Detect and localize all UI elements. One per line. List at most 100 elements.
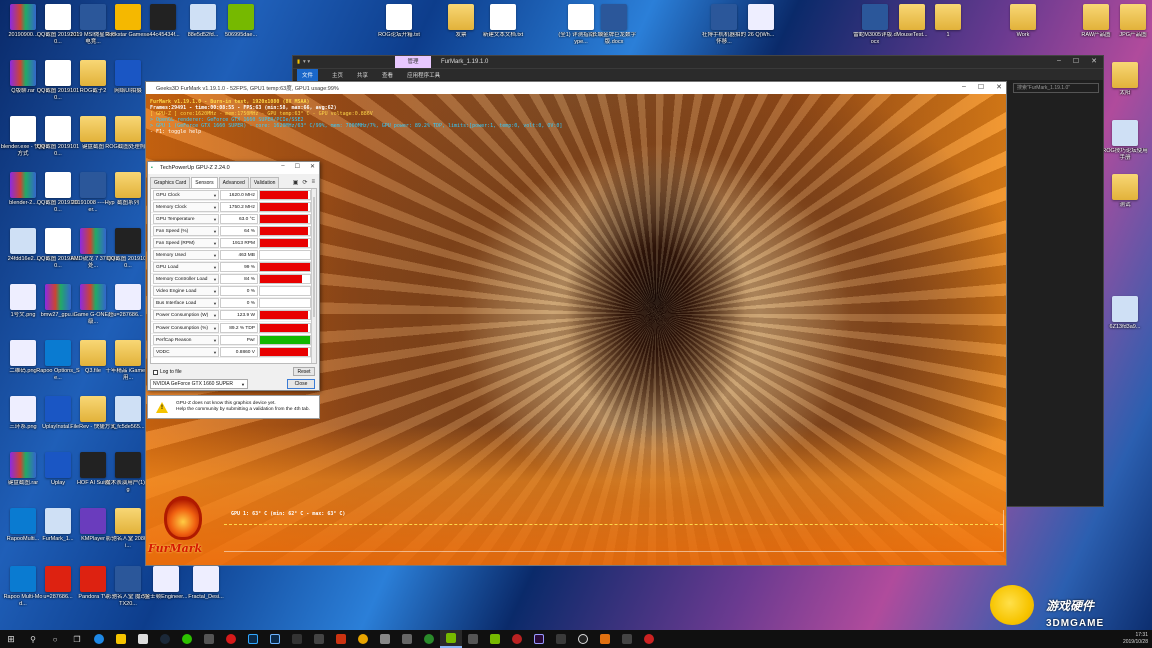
maximize-icon[interactable]: ☐ [295,163,300,170]
desktop-icon[interactable]: 影驰名人堂 2080Ti... [106,508,150,564]
sensor-name-dropdown[interactable]: GPU Temperature ▼ [153,213,219,224]
desktop-icon[interactable]: ROG技巧论坛使用手册 [1102,120,1148,176]
taskbar-app-4[interactable] [352,630,374,648]
taskbar-app-6[interactable] [396,630,418,648]
taskbar-nvidia[interactable] [484,630,506,648]
taskbar-app-9[interactable] [506,630,528,648]
taskbar-premiere[interactable] [528,630,550,648]
taskbar-photoshop[interactable] [242,630,264,648]
tab-validation[interactable]: Validation [249,177,280,188]
system-clock[interactable]: 17:31 2019/10/28 [1123,632,1148,646]
taskbar-edge[interactable] [88,630,110,648]
desktop-icon[interactable]: 6Z13fd3a9... [1104,296,1146,352]
desktop-icon[interactable]: 1 [927,4,969,60]
desktop-icon[interactable]: Fractal_Desi... [185,566,227,622]
taskbar-app-3[interactable] [308,630,330,648]
taskbar-app-11[interactable] [572,630,594,648]
desktop-icon[interactable]: JPG产品图 [1112,4,1152,60]
desktop-icon[interactable]: s_fc5de565... [107,396,149,452]
taskbar-furmark[interactable] [440,630,462,648]
taskbar-steam[interactable] [154,630,176,648]
taskbar-lightroom[interactable] [264,630,286,648]
gpu-select[interactable]: NVIDIA GeForce GTX 1660 SUPER ▼ [150,379,248,389]
furmark-window-controls[interactable]: – ☐ ✕ [962,83,1002,91]
desktop-icon[interactable]: 截图系列 [107,172,149,228]
log-to-file-checkbox[interactable]: Log to file [153,369,182,375]
desktop-icon[interactable]: ROG论坛开箱.txt [378,4,420,60]
desktop-icon[interactable]: QQ截图 20191010... [107,228,149,284]
taskbar-app-7[interactable] [418,630,440,648]
scrollbar-thumb[interactable] [313,197,315,317]
taskbar-store[interactable] [132,630,154,648]
sensor-name-dropdown[interactable]: Power Consumption (%) ▼ [153,322,219,333]
gpuz-window[interactable]: ▪ TechPowerUp GPU-Z 2.24.0 – ☐ ✕ Graphic… [147,161,320,391]
desktop-icon[interactable]: e44c45434f... [142,4,184,60]
taskbar-app-14[interactable] [638,630,660,648]
minimize-icon[interactable]: – [281,163,284,170]
maximize-icon[interactable]: ☐ [978,83,984,91]
minimize-icon[interactable]: – [962,83,966,91]
tab-graphics-card[interactable]: Graphics Card [150,177,191,188]
taskbar-app-8[interactable] [462,630,484,648]
desktop-icon[interactable]: 网络UI拍摄 [107,60,149,116]
sensor-name-dropdown[interactable]: Fan Speed (RPM) ▼ [153,237,219,248]
close-icon[interactable]: ✕ [996,83,1002,91]
tab-sensors[interactable]: Sensors [191,177,218,188]
sensor-name-dropdown[interactable]: GPU Load ▼ [153,262,219,273]
taskbar-app-10[interactable] [550,630,572,648]
desktop-icon[interactable]: 测试 [1104,174,1146,230]
taskbar-app-1[interactable] [198,630,220,648]
ribbon-tab-share[interactable]: 共享 [357,71,368,79]
desktop-icon[interactable]: 太阳 [1104,62,1146,118]
cortana-button[interactable]: ○ [44,630,66,648]
search-button[interactable]: ⚲ [22,630,44,648]
taskbar-app-2[interactable] [286,630,308,648]
taskbar-explorer[interactable] [110,630,132,648]
reset-button[interactable]: Reset [293,367,315,376]
menu-icon[interactable]: ≡ [311,179,315,186]
desktop-icon[interactable]: 十年精品 iGame耐用... [105,340,151,396]
desktop-icon[interactable]: 魔术表演用户(1).jpg [105,452,151,508]
furmark-titlebar[interactable]: Geeks3D FurMark v1.19.1.0 - 52FPS, GPU1 … [146,82,1006,94]
start-button[interactable]: ⊞ [0,630,22,648]
taskbar-netease[interactable] [220,630,242,648]
ribbon-tab-home[interactable]: 主页 [332,71,343,79]
desktop-icon[interactable]: Work [1002,4,1044,60]
taskbar-wechat[interactable] [176,630,198,648]
gpuz-titlebar[interactable]: ▪ TechPowerUp GPU-Z 2.24.0 – ☐ ✕ [148,162,319,174]
taskbar-app-13[interactable] [616,630,638,648]
desktop-icon[interactable]: u=287686... [107,284,149,340]
close-button[interactable]: Close [287,379,315,389]
close-icon[interactable]: ✕ [1091,57,1097,65]
sensor-name-dropdown[interactable]: VDDC ▼ [153,346,219,357]
sensor-name-dropdown[interactable]: GPU Clock ▼ [153,189,219,200]
explorer-window-controls[interactable]: – ☐ ✕ [1057,57,1097,65]
task-view-button[interactable]: ❐ [66,630,88,648]
desktop-icon[interactable]: 发票 [440,4,482,60]
sensor-name-dropdown[interactable]: Memory Clock ▼ [153,201,219,212]
refresh-icon[interactable]: ⟳ [302,179,307,186]
taskbar-aida64[interactable] [330,630,352,648]
desktop-icon[interactable]: 金士顿Engineer... [145,566,187,622]
desktop-icon[interactable]: 506995dae... [220,4,262,60]
maximize-icon[interactable]: ☐ [1073,57,1079,65]
ribbon-tab-app-tools[interactable]: 应用程序工具 [407,71,440,79]
sensor-name-dropdown[interactable]: Memory Controller Load ▼ [153,274,219,285]
sensor-name-dropdown[interactable]: Memory Used ▼ [153,250,219,261]
sensor-name-dropdown[interactable]: Power Consumption (W) ▼ [153,310,219,321]
desktop-icon[interactable]: ROG截图处理照子 [105,116,151,172]
gpuz-warning-banner[interactable]: ! GPU-Z does not know this graphics devi… [147,395,320,419]
minimize-icon[interactable]: – [1057,57,1061,65]
sensor-name-dropdown[interactable]: Fan Speed (%) ▼ [153,225,219,236]
desktop-icon[interactable]: 长城金牌巨龙数字版.docx [592,4,636,60]
sensor-scrollbar[interactable] [311,189,316,363]
quick-access-toolbar[interactable]: ▾ ▾ [303,59,310,65]
checkbox-box[interactable] [153,369,158,375]
taskbar-app-12[interactable] [594,630,616,648]
taskbar-app-5[interactable] [374,630,396,648]
tab-advanced[interactable]: Advanced [218,177,249,188]
desktop-icon[interactable]: 26 Q(Wh... [740,4,782,60]
manage-tab[interactable]: 管理 [395,56,431,68]
sensor-name-dropdown[interactable]: Video Engine Load ▼ [153,286,219,297]
explorer-search-input[interactable]: 搜索"FurMark_1.19.1.0" [1013,83,1099,93]
